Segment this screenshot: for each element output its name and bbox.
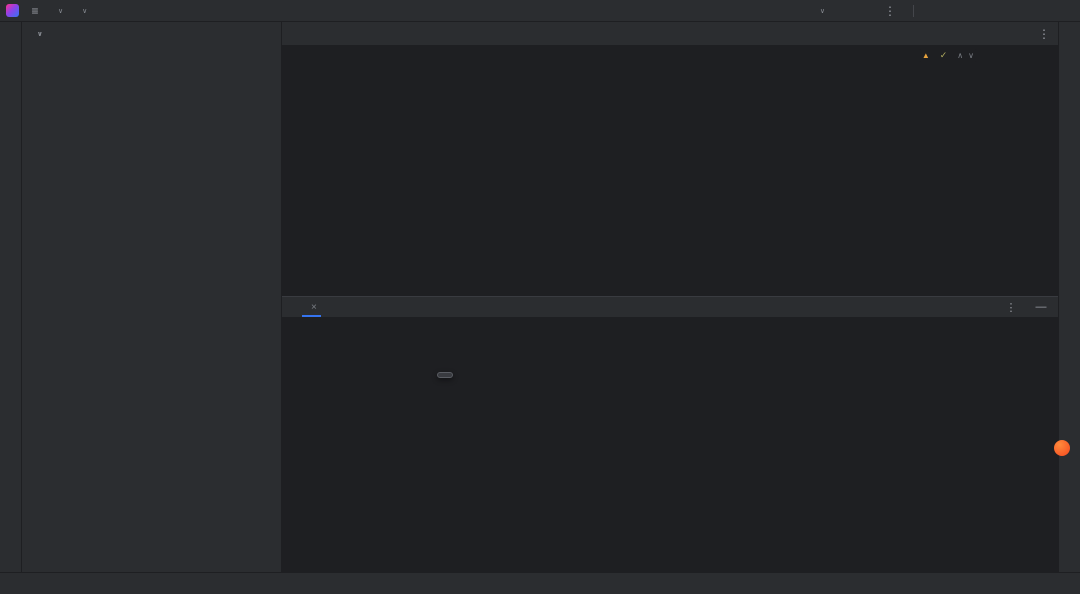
run-options-icon[interactable]: ⋮ (1002, 301, 1020, 314)
run-tool-window-header: × ⋮ — (282, 297, 1058, 317)
project-tool-window: ∨ (22, 22, 282, 572)
auto-select-tooltip (437, 372, 453, 378)
vcs-selector[interactable]: ∨ (72, 2, 93, 20)
scrollbar-error-stripe[interactable] (1046, 46, 1058, 296)
close-button[interactable] (1050, 2, 1074, 20)
right-tool-window-bar (1058, 22, 1080, 572)
chevron-down-icon: ∨ (82, 7, 88, 15)
debug-button[interactable] (857, 2, 877, 20)
weak-warning-icon: ✓ (939, 50, 948, 60)
settings-icon[interactable] (973, 2, 993, 20)
search-icon[interactable] (950, 2, 970, 20)
main-menu-icon[interactable]: ≡ (25, 2, 45, 20)
run-tool-window: × ⋮ — (282, 296, 1058, 572)
console-output[interactable] (298, 339, 1058, 572)
project-tree[interactable] (22, 46, 281, 572)
chevron-down-icon: ∨ (37, 31, 43, 38)
status-widgets (1003, 576, 1070, 591)
inspections-widget[interactable]: ▲ ✓ ∧ ∨ (917, 49, 978, 62)
readonly-lock-icon[interactable] (1055, 576, 1070, 591)
next-problem-icon[interactable]: ∨ (968, 51, 974, 60)
chevron-down-icon: ∨ (819, 7, 825, 15)
account-icon[interactable] (927, 2, 947, 20)
editor[interactable]: ▲ ✓ ∧ ∨ (282, 46, 1058, 296)
warning-icon: ▲ (921, 51, 930, 60)
maximize-button[interactable] (1023, 2, 1047, 20)
console-left-toolbar (282, 339, 298, 572)
left-tool-window-bar (0, 22, 22, 572)
chevron-down-icon: ∨ (58, 7, 64, 15)
ide-window: ≡ ∨ ∨ ∨ ⋮ ∨ ⋮ ▲ ✓ ∧ ∨ × ⋮ — (0, 0, 1080, 594)
editor-tab-bar: ⋮ (282, 22, 1058, 46)
run-tab-wordcount[interactable]: × (302, 297, 321, 317)
run-config-selector[interactable]: ∨ (810, 2, 831, 20)
sogou-logo-icon[interactable] (1054, 440, 1070, 456)
hide-tool-window-icon[interactable]: — (1032, 301, 1050, 313)
project-panel-header[interactable]: ∨ (22, 22, 281, 46)
app-logo-icon[interactable] (6, 4, 19, 17)
run-button[interactable] (834, 2, 854, 20)
project-selector[interactable]: ∨ (48, 2, 69, 20)
minimize-button[interactable] (996, 2, 1020, 20)
more-actions-icon[interactable]: ⋮ (880, 2, 900, 20)
input-method-toolbar (1048, 438, 1076, 458)
run-toolbar (282, 317, 1058, 339)
close-run-tab-icon[interactable]: × (311, 302, 317, 313)
title-bar: ≡ ∨ ∨ ∨ ⋮ (0, 0, 1080, 22)
status-bar (0, 572, 1080, 594)
prev-problem-icon[interactable]: ∧ (957, 51, 963, 60)
tab-options-icon[interactable]: ⋮ (1034, 25, 1054, 43)
